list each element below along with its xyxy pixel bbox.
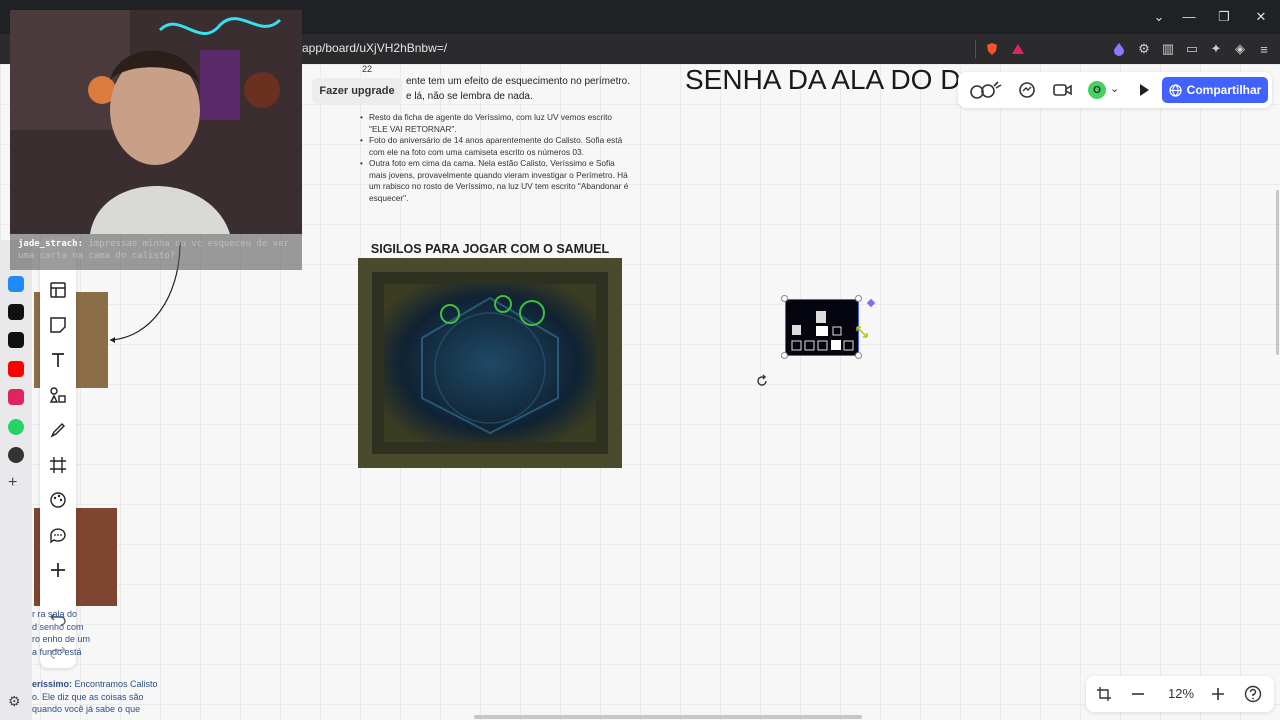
sigils-heading[interactable]: SIGILOS PARA JOGAR COM O SAMUEL xyxy=(358,242,622,256)
webcam-overlay xyxy=(10,10,302,234)
resize-handle[interactable] xyxy=(855,295,862,302)
rotate-icon[interactable] xyxy=(755,374,769,388)
top-text-line: ente tem um efeito de esquecimento no pe… xyxy=(406,76,631,87)
chevron-down-icon[interactable]: ⌄ xyxy=(1110,82,1119,95)
help-icon[interactable] xyxy=(1244,685,1262,703)
tab-dropdown-icon[interactable]: ⌄ xyxy=(1150,8,1168,26)
templates-icon[interactable] xyxy=(48,280,68,300)
messenger-icon[interactable] xyxy=(8,276,24,292)
wallet-drop-icon[interactable] xyxy=(1110,40,1128,58)
resize-handle[interactable] xyxy=(781,295,788,302)
caption-line: a fundo está xyxy=(32,646,82,657)
menu-icon[interactable]: ≡ xyxy=(1255,40,1273,58)
zoom-in-icon[interactable] xyxy=(1210,686,1226,702)
horizontal-scrollbar[interactable] xyxy=(474,715,862,719)
zoom-control: 12% xyxy=(1086,676,1274,712)
globe-icon xyxy=(1169,83,1182,97)
resize-handle[interactable] xyxy=(855,352,862,359)
os-app-strip: + ⚙ xyxy=(0,240,32,720)
dialogue-line: o. Ele diz que as coisas são xyxy=(32,691,144,702)
caption-line: d senho com xyxy=(32,621,84,632)
share-button[interactable]: Compartilhar xyxy=(1162,77,1268,103)
stream-chat-message: jade_strach: impressao minha ou vc esque… xyxy=(10,234,302,270)
caption-line: r ra sala do xyxy=(32,609,78,619)
vpn-icon[interactable]: ◈ xyxy=(1231,40,1249,58)
activity-icon[interactable] xyxy=(8,389,24,405)
threads-icon[interactable] xyxy=(8,304,24,320)
zoom-level[interactable]: 12% xyxy=(1166,686,1196,701)
plus-icon[interactable] xyxy=(48,560,68,580)
comment-icon[interactable] xyxy=(48,525,68,545)
caption-line: ro enho de um xyxy=(32,634,91,644)
notes-list: Resto da ficha de agente do Veríssimo, c… xyxy=(360,112,630,204)
note-item: Resto da ficha de agente do Veríssimo, c… xyxy=(360,112,630,135)
reactions-icon[interactable] xyxy=(968,80,1002,100)
leo-ai-icon[interactable]: ✦ xyxy=(1207,40,1225,58)
share-button-label: Compartilhar xyxy=(1186,83,1262,97)
board-toolbar xyxy=(40,236,76,668)
chatgpt-icon[interactable] xyxy=(8,447,24,463)
brave-rewards-icon[interactable] xyxy=(1009,40,1027,58)
address-divider xyxy=(975,40,976,58)
close-window-button[interactable]: ✕ xyxy=(1252,8,1270,26)
dialogue-line: quando você já sabe o que xyxy=(32,704,141,714)
video-call-icon[interactable] xyxy=(1053,82,1073,98)
collaboration-panel: O ⌄ Compartilhar xyxy=(958,72,1272,108)
note-item: Outra foto em cima da cama. Nela estão C… xyxy=(360,158,630,204)
fit-to-screen-icon[interactable] xyxy=(1096,686,1112,702)
pen-icon[interactable] xyxy=(48,420,68,440)
text-icon[interactable] xyxy=(48,350,68,370)
user-avatar[interactable]: O xyxy=(1088,81,1106,99)
chat-icon[interactable] xyxy=(1018,81,1036,99)
color-palette-icon[interactable] xyxy=(48,490,68,510)
wallet-icon[interactable]: ▭ xyxy=(1183,40,1201,58)
settings-icon[interactable]: ⚙ xyxy=(8,693,21,710)
shapes-icon[interactable] xyxy=(48,385,68,405)
vertical-scrollbar[interactable] xyxy=(1276,190,1279,355)
caption-text: r ra sala do d senho com ro enho de um a… xyxy=(32,608,90,658)
resize-cursor-icon xyxy=(856,325,868,338)
whatsapp-icon[interactable] xyxy=(8,419,24,435)
tiktok-icon[interactable] xyxy=(8,332,24,348)
board-title[interactable]: SENHA DA ALA DO DESASSOMBRADO CALISTO xyxy=(685,64,960,100)
brave-shield-icon[interactable] xyxy=(983,40,1001,58)
sticky-note-icon[interactable] xyxy=(48,315,68,335)
add-icon[interactable]: + xyxy=(8,474,17,492)
frame-icon[interactable] xyxy=(48,455,68,475)
present-play-icon[interactable] xyxy=(1136,82,1152,98)
selected-image[interactable] xyxy=(785,299,859,356)
zoom-out-icon[interactable] xyxy=(1130,686,1146,702)
url-text[interactable]: app/board/uXjVH2hBnbw=/ xyxy=(302,41,447,55)
extensions-icon[interactable]: ⚙ xyxy=(1135,40,1153,58)
dialogue-text: eríssimo: Encontramos Calisto o. Ele diz… xyxy=(32,678,158,716)
dialogue-line: Encontramos Calisto xyxy=(72,679,158,689)
youtube-icon[interactable] xyxy=(8,361,24,377)
chat-username: jade_strach: xyxy=(18,239,84,249)
note-item: Foto do aniversário de 14 anos aparentem… xyxy=(360,135,630,158)
top-text-block: ente tem um efeito de esquecimento no pe… xyxy=(406,75,646,103)
upgrade-button[interactable]: Fazer upgrade xyxy=(312,78,402,104)
minimize-button[interactable]: — xyxy=(1180,8,1198,26)
sidebar-icon[interactable]: ▥ xyxy=(1159,40,1177,58)
page-number: 22 xyxy=(362,64,373,74)
top-text-line: e lá, não se lembra de nada. xyxy=(406,91,533,102)
resize-handle[interactable] xyxy=(781,352,788,359)
sigil-image[interactable] xyxy=(358,258,622,468)
speaker-name: eríssimo: xyxy=(32,679,73,689)
restore-button[interactable]: ❐ xyxy=(1215,8,1233,26)
